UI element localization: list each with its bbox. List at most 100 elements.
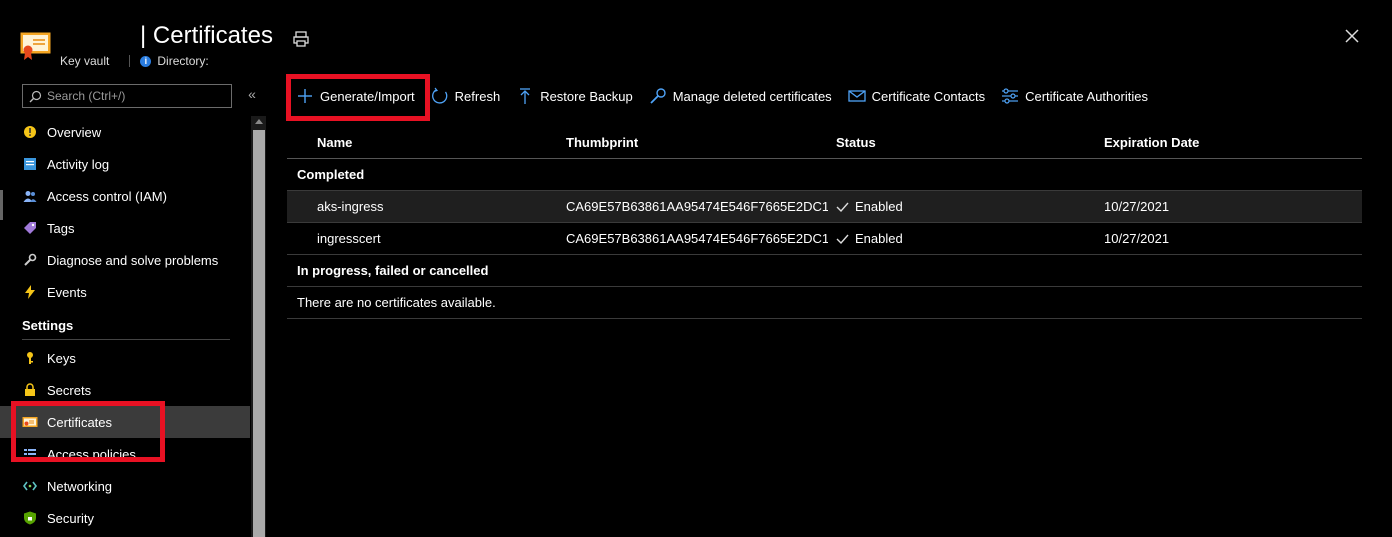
sidebar-item-label: Access control (IAM)	[47, 188, 167, 204]
wrench-icon	[22, 252, 38, 268]
certificates-table: Name Thumbprint Status Expiration Date C…	[287, 126, 1362, 319]
divider	[129, 55, 131, 67]
sidebar-item-certificates[interactable]: Certificates	[0, 406, 250, 438]
group-label: In progress, failed or cancelled	[297, 263, 489, 278]
activity-log-icon	[22, 156, 38, 172]
iam-icon	[22, 188, 38, 204]
resize-handle[interactable]	[0, 190, 3, 220]
certificate-icon	[22, 414, 38, 430]
sidebar: « Overview Activity log Access control (…	[0, 80, 270, 537]
status-label: Enabled	[855, 231, 903, 246]
sidebar-item-events[interactable]: Events	[0, 276, 250, 308]
sidebar-item-label: Access policies	[47, 446, 136, 462]
certificate-thumbprint: CA69E57B63861AA95474E546F7665E2DC1...	[566, 231, 828, 246]
certificate-name[interactable]: aks-ingress	[317, 191, 383, 222]
table-row[interactable]: ingresscert CA69E57B63861AA95474E546F766…	[287, 223, 1362, 255]
restore-backup-label: Restore Backup	[540, 88, 633, 104]
info-icon: i	[140, 55, 152, 67]
certificate-status: Enabled	[836, 191, 903, 222]
resource-subtitle: Key vault i Directory:	[60, 54, 209, 68]
sidebar-item-access-policies[interactable]: Access policies	[0, 438, 250, 470]
table-header-row: Name Thumbprint Status Expiration Date	[287, 126, 1362, 159]
print-icon[interactable]	[292, 30, 310, 48]
settings-section-header: Settings	[0, 308, 250, 342]
refresh-icon	[431, 87, 449, 105]
certificate-status: Enabled	[836, 223, 903, 254]
column-header-thumbprint[interactable]: Thumbprint	[566, 126, 828, 158]
empty-message: There are no certificates available.	[297, 295, 496, 310]
sidebar-item-label: Overview	[47, 124, 102, 140]
empty-state-row: There are no certificates available.	[287, 287, 1362, 319]
generate-import-button[interactable]: Generate/Import	[288, 78, 423, 114]
sidebar-item-label: Activity log	[47, 156, 110, 172]
sidebar-item-label: Diagnose and solve problems	[47, 252, 219, 268]
manage-deleted-button[interactable]: Manage deleted certificates	[641, 78, 840, 114]
plus-icon	[296, 87, 314, 105]
access-policies-icon	[22, 446, 38, 462]
search-input[interactable]	[47, 89, 217, 103]
sidebar-item-security[interactable]: Security	[0, 502, 250, 534]
column-header-status[interactable]: Status	[836, 126, 876, 158]
search-icon	[29, 90, 42, 102]
certificate-name[interactable]: ingresscert	[317, 223, 381, 254]
sidebar-item-label: Keys	[47, 350, 76, 366]
certificate-expiration: 10/27/2021	[1104, 199, 1170, 214]
close-icon[interactable]	[1344, 28, 1360, 44]
sidebar-item-activity-log[interactable]: Activity log	[0, 148, 250, 180]
certificate-icon	[20, 32, 51, 60]
scroll-up-icon[interactable]	[255, 119, 263, 124]
checkmark-icon	[836, 234, 849, 244]
sidebar-item-label: Certificates	[47, 414, 113, 430]
certificate-contacts-button[interactable]: Certificate Contacts	[840, 78, 993, 114]
column-header-name[interactable]: Name	[317, 126, 352, 158]
directory-label: Directory:	[157, 54, 209, 68]
certificate-authorities-label: Certificate Authorities	[1025, 88, 1148, 104]
certificate-thumbprint: CA69E57B63861AA95474E546F7665E2DC1...	[566, 199, 828, 214]
restore-backup-button[interactable]: Restore Backup	[508, 78, 641, 114]
sidebar-item-keys[interactable]: Keys	[0, 342, 250, 374]
sidebar-item-label: Networking	[47, 478, 113, 494]
secret-icon	[22, 382, 38, 398]
lightning-icon	[22, 284, 38, 300]
generate-import-label: Generate/Import	[320, 88, 415, 104]
group-header-completed: Completed	[287, 159, 1362, 191]
sidebar-item-networking[interactable]: Networking	[0, 470, 250, 502]
group-label: Completed	[297, 167, 365, 182]
sidebar-item-label: Security	[47, 510, 94, 526]
certificate-expiration: 10/27/2021	[1104, 231, 1170, 246]
certificate-contacts-label: Certificate Contacts	[871, 88, 986, 104]
sidebar-item-tags[interactable]: Tags	[0, 212, 250, 244]
networking-icon	[22, 478, 38, 494]
sidebar-search[interactable]	[22, 84, 232, 108]
blade-header: | Certificates Key vault i Directory:	[0, 0, 1392, 80]
manage-deleted-label: Manage deleted certificates	[672, 88, 832, 104]
sidebar-item-iam[interactable]: Access control (IAM)	[0, 180, 250, 212]
key-icon	[22, 350, 38, 366]
group-header-in-progress: In progress, failed or cancelled	[287, 255, 1362, 287]
shield-icon	[22, 510, 38, 526]
resource-type-label: Key vault	[60, 54, 110, 68]
sidebar-item-overview[interactable]: Overview	[0, 116, 250, 148]
column-header-expiration[interactable]: Expiration Date	[1104, 126, 1199, 158]
command-bar: Generate/Import Refresh Restore Backup M…	[288, 78, 1156, 114]
refresh-label: Refresh	[454, 88, 501, 104]
scrollbar-thumb[interactable]	[253, 130, 265, 537]
sidebar-item-diagnose[interactable]: Diagnose and solve problems	[0, 244, 250, 276]
sidebar-scrollbar[interactable]	[251, 116, 266, 537]
mail-icon	[848, 87, 866, 105]
checkmark-icon	[836, 202, 849, 212]
table-row[interactable]: aks-ingress CA69E57B63861AA95474E546F766…	[287, 191, 1362, 223]
upload-icon	[516, 87, 534, 105]
refresh-button[interactable]: Refresh	[423, 78, 509, 114]
settings-sliders-icon	[1001, 87, 1019, 105]
collapse-sidebar-button[interactable]: «	[244, 86, 260, 102]
tag-icon	[22, 220, 38, 236]
wrench-icon	[649, 87, 667, 105]
overview-icon	[22, 124, 38, 140]
sidebar-nav: Overview Activity log Access control (IA…	[0, 116, 250, 534]
sidebar-item-label: Secrets	[47, 382, 92, 398]
sidebar-item-secrets[interactable]: Secrets	[0, 374, 250, 406]
sidebar-item-label: Tags	[47, 220, 75, 236]
certificate-authorities-button[interactable]: Certificate Authorities	[993, 78, 1156, 114]
sidebar-item-label: Events	[47, 284, 87, 300]
